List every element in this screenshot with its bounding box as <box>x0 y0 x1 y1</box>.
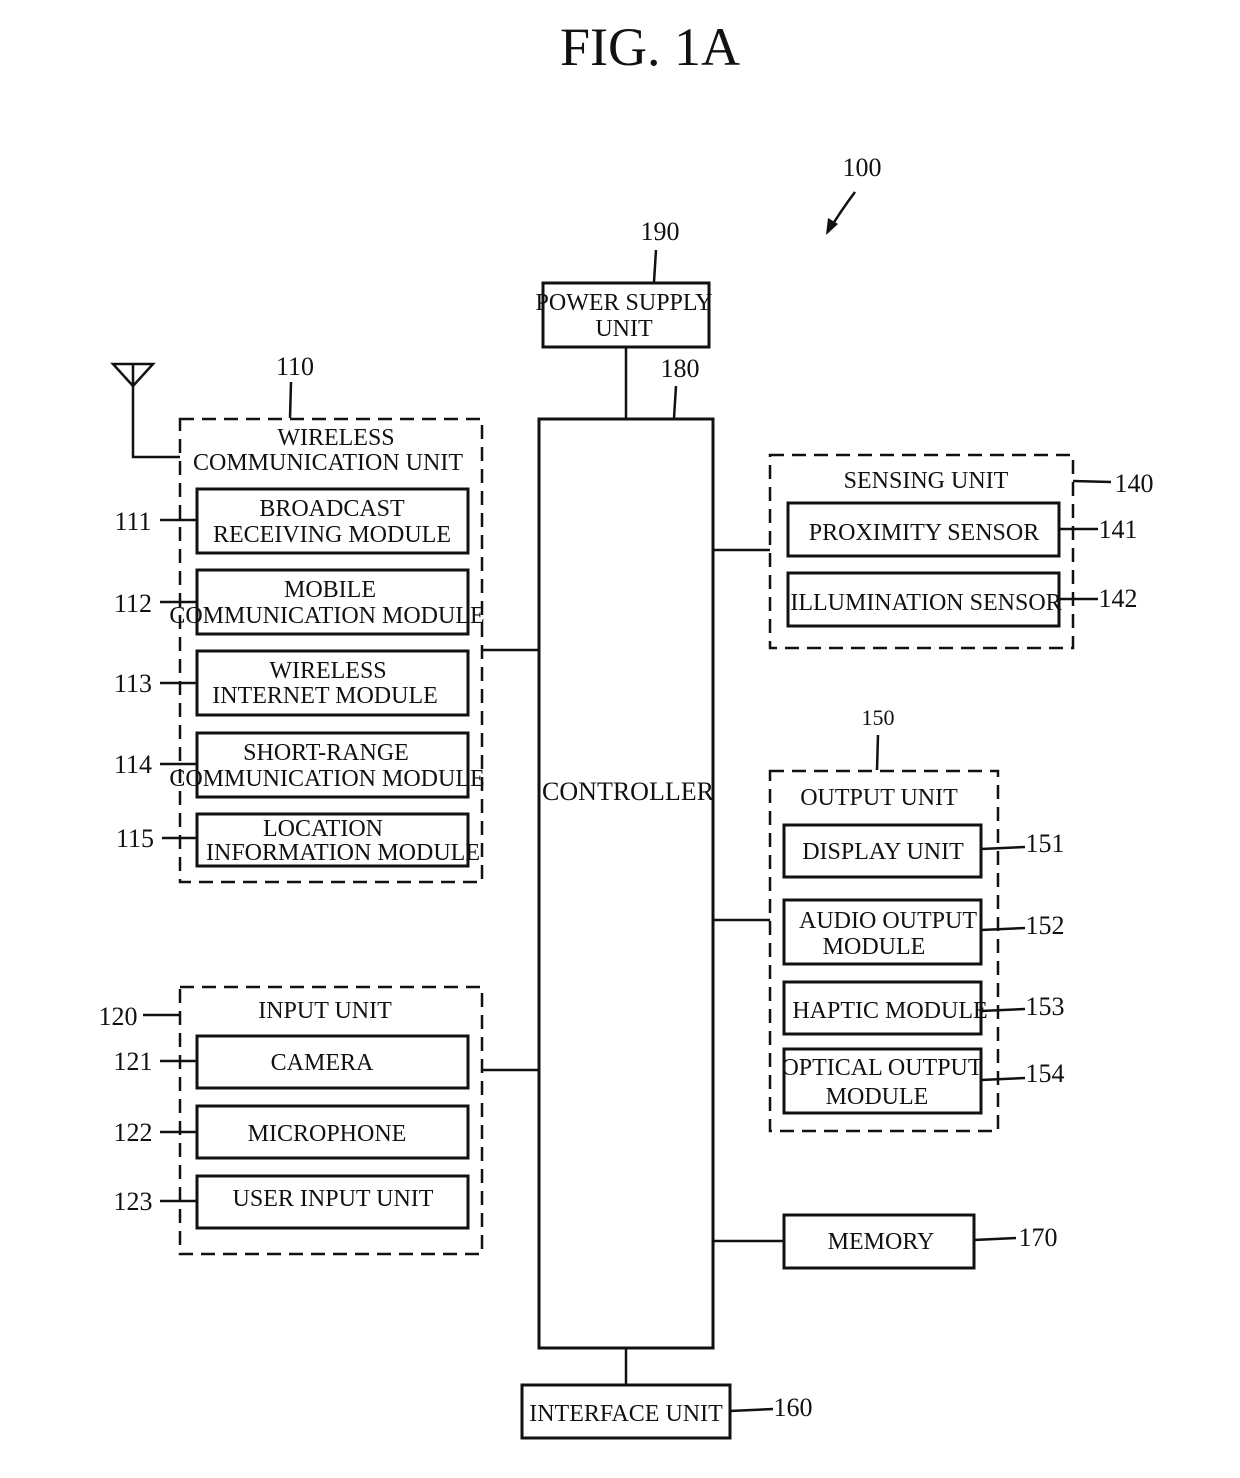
svg-text:MOBILE: MOBILE <box>284 577 376 603</box>
ref-180: 180 <box>661 354 700 383</box>
leader-170 <box>973 1236 1017 1242</box>
svg-text:WIRELESS: WIRELESS <box>269 658 386 684</box>
svg-text:SHORT-RANGE: SHORT-RANGE <box>243 740 409 766</box>
svg-text:INTERNET MODULE: INTERNET MODULE <box>212 683 438 709</box>
ref-151: 151 <box>1026 829 1065 858</box>
leader-150 <box>875 734 880 771</box>
wireless-module-115: LOCATION INFORMATION MODULE 115 <box>116 812 480 868</box>
leader-160 <box>729 1407 774 1413</box>
sensing-module-141: PROXIMITY SENSOR 141 <box>786 501 1138 558</box>
wireless-title-1: WIRELESS <box>277 425 394 451</box>
ref-140: 140 <box>1115 469 1154 498</box>
svg-text:RECEIVING MODULE: RECEIVING MODULE <box>213 522 451 548</box>
power-supply-label-2: UNIT <box>595 316 653 342</box>
controller-label: CONTROLLER <box>542 777 715 806</box>
svg-text:PROXIMITY SENSOR: PROXIMITY SENSOR <box>809 520 1039 546</box>
svg-text:MICROPHONE: MICROPHONE <box>248 1121 407 1147</box>
svg-text:DISPLAY UNIT: DISPLAY UNIT <box>802 839 964 865</box>
svg-text:COMMUNICATION MODULE: COMMUNICATION MODULE <box>169 603 484 629</box>
power-supply-label-1: POWER SUPPLY <box>536 290 713 316</box>
ref-152: 152 <box>1026 911 1065 940</box>
ref-122: 122 <box>114 1118 153 1147</box>
svg-text:MODULE: MODULE <box>823 934 926 960</box>
svg-text:ILLUMINATION SENSOR: ILLUMINATION SENSOR <box>790 590 1061 616</box>
leader-110 <box>288 381 293 419</box>
output-module-151: DISPLAY UNIT 151 <box>782 823 1065 879</box>
wireless-module-112: MOBILE COMMUNICATION MODULE 112 <box>114 568 485 636</box>
svg-text:HAPTIC MODULE: HAPTIC MODULE <box>792 998 987 1024</box>
sensing-title: SENSING UNIT <box>844 468 1009 494</box>
memory-label: MEMORY <box>828 1229 935 1255</box>
output-module-152: AUDIO OUTPUT MODULE 152 <box>782 898 1065 966</box>
ref-113: 113 <box>114 669 152 698</box>
arrow-100-icon <box>826 191 857 235</box>
ref-170: 170 <box>1019 1223 1058 1252</box>
output-title: OUTPUT UNIT <box>800 785 958 811</box>
ref-154: 154 <box>1026 1059 1065 1088</box>
leader-180 <box>672 385 678 419</box>
ref-111: 111 <box>114 507 151 536</box>
svg-text:MODULE: MODULE <box>826 1084 929 1110</box>
input-title: INPUT UNIT <box>258 998 392 1024</box>
ref-160: 160 <box>774 1393 813 1422</box>
svg-text:USER INPUT UNIT: USER INPUT UNIT <box>233 1186 434 1212</box>
wireless-module-113: WIRELESS INTERNET MODULE 113 <box>114 649 470 717</box>
input-module-122: MICROPHONE 122 <box>114 1104 470 1160</box>
ref-100: 100 <box>843 153 882 182</box>
svg-text:COMMUNICATION MODULE: COMMUNICATION MODULE <box>169 766 484 792</box>
svg-text:CAMERA: CAMERA <box>271 1050 374 1076</box>
input-module-121: CAMERA 121 <box>114 1034 470 1090</box>
wireless-module-111: BROADCAST RECEIVING MODULE 111 <box>114 487 470 555</box>
wireless-module-114: SHORT-RANGE COMMUNICATION MODULE 114 <box>114 731 485 799</box>
ref-150: 150 <box>862 705 895 730</box>
ref-142: 142 <box>1099 584 1138 613</box>
block-diagram: FIG. 1A 100 190 POWER SUPPLY UNIT 180 CO… <box>99 17 1154 1440</box>
leader-190 <box>652 249 658 283</box>
svg-text:INFORMATION MODULE: INFORMATION MODULE <box>206 840 480 866</box>
ref-190: 190 <box>641 217 680 246</box>
controller-box <box>537 417 715 1350</box>
ref-123: 123 <box>114 1187 153 1216</box>
svg-text:AUDIO OUTPUT: AUDIO OUTPUT <box>799 908 977 934</box>
ref-110: 110 <box>276 352 314 381</box>
output-module-154: OPTICAL OUTPUT MODULE 154 <box>781 1047 1065 1115</box>
ref-115: 115 <box>116 824 154 853</box>
ref-121: 121 <box>114 1047 153 1076</box>
antenna-icon <box>110 362 180 459</box>
svg-text:OPTICAL OUTPUT: OPTICAL OUTPUT <box>781 1055 982 1081</box>
input-module-123: USER INPUT UNIT 123 <box>114 1174 470 1230</box>
svg-text:LOCATION: LOCATION <box>263 816 383 842</box>
wireless-title-2: COMMUNICATION UNIT <box>193 450 463 476</box>
ref-112: 112 <box>114 589 152 618</box>
ref-153: 153 <box>1026 992 1065 1021</box>
leader-140 <box>1072 479 1112 484</box>
ref-141: 141 <box>1099 515 1138 544</box>
svg-text:BROADCAST: BROADCAST <box>259 496 405 522</box>
sensing-module-142: ILLUMINATION SENSOR 142 <box>786 571 1138 628</box>
ref-120: 120 <box>99 1002 138 1031</box>
ref-114: 114 <box>114 750 152 779</box>
interface-label: INTERFACE UNIT <box>529 1401 723 1427</box>
output-module-153: HAPTIC MODULE 153 <box>782 980 1065 1036</box>
figure-title: FIG. 1A <box>560 17 740 77</box>
